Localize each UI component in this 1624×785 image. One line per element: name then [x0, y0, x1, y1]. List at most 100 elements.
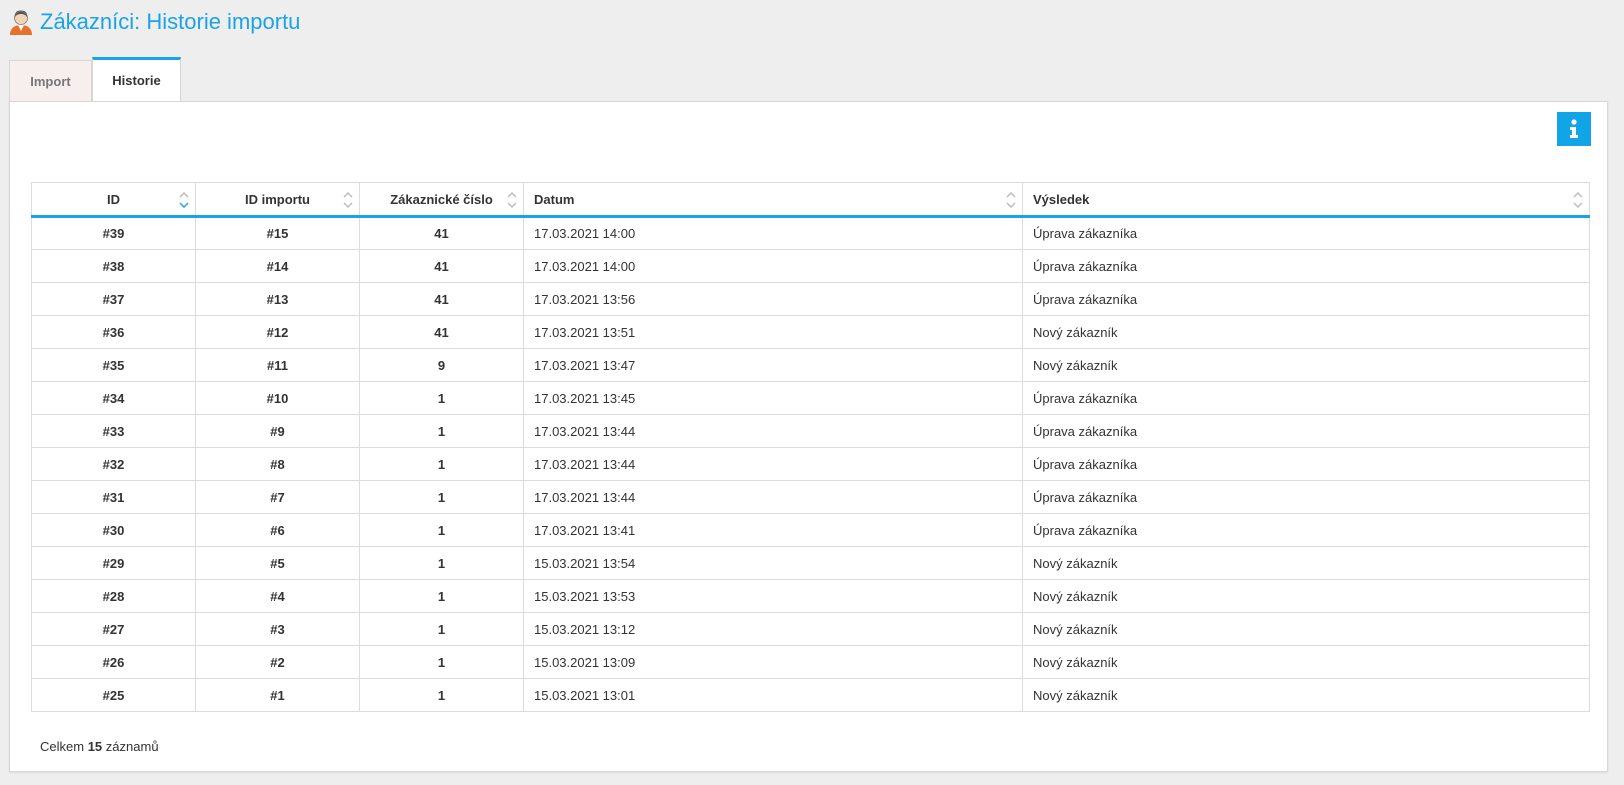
sort-icon[interactable] — [343, 191, 353, 209]
col-result-cell: Úprava zákazníka — [1022, 480, 1590, 514]
col-import-id-header[interactable]: ID importu — [195, 182, 360, 218]
col-id-header[interactable]: ID — [31, 182, 196, 218]
col-id-cell: #38 — [31, 249, 196, 283]
col-import-id-cell: #6 — [195, 513, 360, 547]
table-body: #39 #15 41 17.03.2021 14:00 Úprava zákazníka… — [31, 216, 1590, 712]
info-button[interactable] — [1557, 112, 1591, 146]
col-id-cell: #37 — [31, 282, 196, 316]
col-result-cell: Úprava zákazníka — [1022, 414, 1590, 448]
column-header-label: Zákaznické číslo — [390, 191, 493, 207]
col-id-cell: #33 — [31, 414, 196, 448]
col-id-cell: #32 — [31, 447, 196, 481]
col-date-cell: 17.03.2021 13:47 — [523, 348, 1023, 382]
sort-icon[interactable] — [1006, 191, 1016, 209]
col-id-cell: #26 — [31, 645, 196, 679]
col-result-cell: Úprava zákazníka — [1022, 447, 1590, 481]
sort-icon[interactable] — [1573, 191, 1583, 209]
col-result-cell: Úprava zákazníka — [1022, 216, 1590, 250]
customer-user-icon — [8, 8, 34, 36]
col-id-cell: #29 — [31, 546, 196, 580]
col-import-id-cell: #8 — [195, 447, 360, 481]
table-row[interactable]: #37 #13 41 17.03.2021 13:56 Úprava zákazníka — [31, 282, 1590, 316]
col-id-cell: #34 — [31, 381, 196, 415]
col-date-cell: 17.03.2021 13:56 — [523, 282, 1023, 316]
col-import-id-cell: #15 — [195, 216, 360, 250]
col-date-cell: 17.03.2021 14:00 — [523, 249, 1023, 283]
col-import-id-cell: #11 — [195, 348, 360, 382]
col-id-cell: #36 — [31, 315, 196, 349]
table-row[interactable]: #27 #3 1 15.03.2021 13:12 Nový zákazník — [31, 612, 1590, 646]
table-row[interactable]: #30 #6 1 17.03.2021 13:41 Úprava zákazníka — [31, 513, 1590, 547]
col-id-cell: #25 — [31, 678, 196, 712]
info-icon — [1570, 119, 1578, 138]
col-id-cell: #31 — [31, 480, 196, 514]
col-customer-number-cell: 41 — [359, 315, 524, 349]
col-result-cell: Nový zákazník — [1022, 546, 1590, 580]
col-customer-number-cell: 1 — [359, 447, 524, 481]
table-row[interactable]: #35 #11 9 17.03.2021 13:47 Nový zákazník — [31, 348, 1590, 382]
import-history-table: ID ID importu Zákaznické číslo Datum Výslede… — [31, 182, 1590, 712]
col-date-cell: 15.03.2021 13:53 — [523, 579, 1023, 613]
tab-import[interactable]: Import — [9, 60, 92, 101]
col-date-cell: 17.03.2021 13:41 — [523, 513, 1023, 547]
col-result-cell: Úprava zákazníka — [1022, 249, 1590, 283]
col-result-header[interactable]: Výsledek — [1022, 182, 1590, 218]
col-import-id-cell: #3 — [195, 612, 360, 646]
col-date-cell: 15.03.2021 13:12 — [523, 612, 1023, 646]
col-id-cell: #39 — [31, 216, 196, 250]
table-row[interactable]: #31 #7 1 17.03.2021 13:44 Úprava zákazníka — [31, 480, 1590, 514]
page-title: Zákazníci: Historie importu — [8, 8, 300, 36]
col-result-cell: Nový zákazník — [1022, 612, 1590, 646]
col-customer-number-cell: 1 — [359, 381, 524, 415]
tab-historie[interactable]: Historie — [92, 57, 181, 101]
column-header-label: ID importu — [245, 191, 310, 207]
col-customer-number-cell: 41 — [359, 216, 524, 250]
table-row[interactable]: #33 #9 1 17.03.2021 13:44 Úprava zákazníka — [31, 414, 1590, 448]
sort-icon[interactable] — [179, 191, 189, 209]
col-import-id-cell: #10 — [195, 381, 360, 415]
table-row[interactable]: #32 #8 1 17.03.2021 13:44 Úprava zákazníka — [31, 447, 1590, 481]
col-date-cell: 17.03.2021 13:44 — [523, 414, 1023, 448]
table-row[interactable]: #25 #1 1 15.03.2021 13:01 Nový zákazník — [31, 678, 1590, 712]
col-date-cell: 15.03.2021 13:01 — [523, 678, 1023, 712]
col-id-cell: #27 — [31, 612, 196, 646]
col-customer-number-cell: 1 — [359, 579, 524, 613]
col-result-cell: Nový zákazník — [1022, 348, 1590, 382]
col-import-id-cell: #5 — [195, 546, 360, 580]
col-customer-number-cell: 1 — [359, 546, 524, 580]
column-header-label: Výsledek — [1033, 191, 1090, 207]
history-panel: ID ID importu Zákaznické číslo Datum Výslede… — [9, 101, 1608, 772]
col-id-cell: #30 — [31, 513, 196, 547]
col-result-cell: Nový zákazník — [1022, 315, 1590, 349]
record-count-summary: Celkem 15 záznamů — [40, 739, 159, 754]
table-row[interactable]: #39 #15 41 17.03.2021 14:00 Úprava zákazníka — [31, 216, 1590, 250]
table-row[interactable]: #28 #4 1 15.03.2021 13:53 Nový zákazník — [31, 579, 1590, 613]
col-customer-number-cell: 9 — [359, 348, 524, 382]
table-row[interactable]: #29 #5 1 15.03.2021 13:54 Nový zákazník — [31, 546, 1590, 580]
tab-bar: Import Historie — [9, 57, 181, 101]
table-header-row: ID ID importu Zákaznické číslo Datum Výslede… — [31, 182, 1590, 218]
col-id-cell: #35 — [31, 348, 196, 382]
col-customer-number-header[interactable]: Zákaznické číslo — [359, 182, 524, 218]
table-row[interactable]: #34 #10 1 17.03.2021 13:45 Úprava zákazníka — [31, 381, 1590, 415]
col-date-cell: 17.03.2021 14:00 — [523, 216, 1023, 250]
col-customer-number-cell: 1 — [359, 678, 524, 712]
summary-count: 15 — [87, 739, 103, 754]
col-import-id-cell: #14 — [195, 249, 360, 283]
table-row[interactable]: #38 #14 41 17.03.2021 14:00 Úprava zákazníka — [31, 249, 1590, 283]
col-date-cell: 15.03.2021 13:54 — [523, 546, 1023, 580]
col-id-cell: #28 — [31, 579, 196, 613]
col-import-id-cell: #4 — [195, 579, 360, 613]
col-import-id-cell: #7 — [195, 480, 360, 514]
col-date-header[interactable]: Datum — [523, 182, 1023, 218]
col-customer-number-cell: 41 — [359, 282, 524, 316]
sort-icon[interactable] — [507, 191, 517, 209]
col-date-cell: 17.03.2021 13:51 — [523, 315, 1023, 349]
col-date-cell: 17.03.2021 13:44 — [523, 480, 1023, 514]
col-result-cell: Úprava zákazníka — [1022, 381, 1590, 415]
col-customer-number-cell: 1 — [359, 612, 524, 646]
col-customer-number-cell: 1 — [359, 513, 524, 547]
table-row[interactable]: #26 #2 1 15.03.2021 13:09 Nový zákazník — [31, 645, 1590, 679]
col-result-cell: Nový zákazník — [1022, 645, 1590, 679]
table-row[interactable]: #36 #12 41 17.03.2021 13:51 Nový zákazník — [31, 315, 1590, 349]
